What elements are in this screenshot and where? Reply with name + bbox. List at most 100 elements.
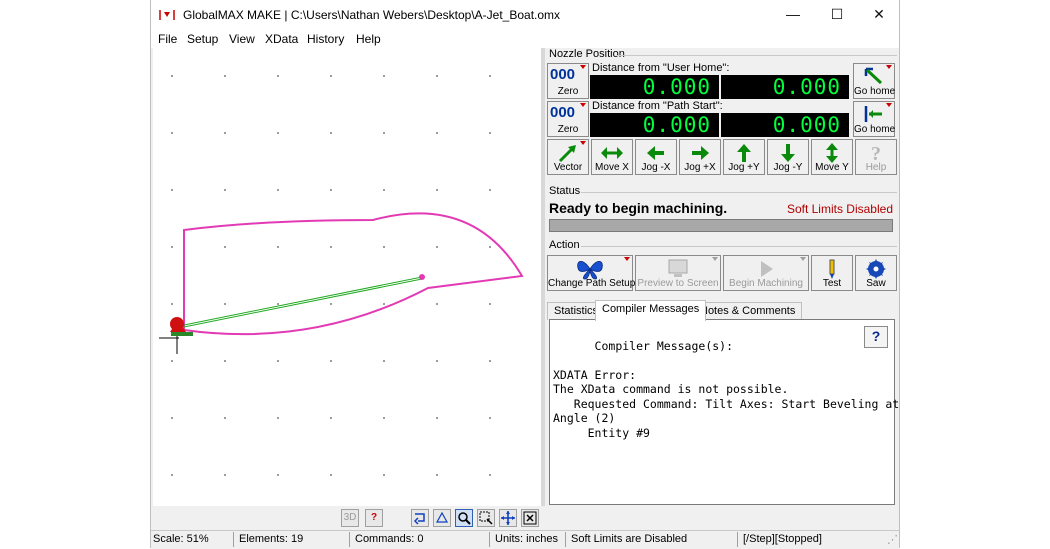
- grid-dot: [436, 360, 438, 362]
- grid-dot: [224, 474, 226, 476]
- menu-xdata[interactable]: XData: [265, 32, 298, 46]
- go-home-path-button[interactable]: Go home: [853, 101, 895, 137]
- view-3d-button[interactable]: 3D: [341, 509, 359, 527]
- move-x-icon: [601, 147, 623, 159]
- user-home-y-readout: 0.000: [721, 75, 849, 99]
- grid-dot: [489, 246, 491, 248]
- jog-help-button[interactable]: ? Help: [855, 139, 897, 175]
- user-home-label: Distance from "User Home":: [592, 62, 730, 74]
- pan-icon[interactable]: [499, 509, 517, 527]
- move-y-button[interactable]: Move Y: [811, 139, 853, 175]
- menu-help[interactable]: Help: [356, 32, 381, 46]
- app-icon: [159, 10, 175, 20]
- dropdown-arrow-icon: [580, 141, 586, 145]
- jog-plus-y-button[interactable]: Jog +Y: [723, 139, 765, 175]
- nozzle-marker: [170, 317, 193, 336]
- resize-grip-icon[interactable]: ⋰: [887, 533, 898, 546]
- jog-plus-x-button[interactable]: Jog +X: [679, 139, 721, 175]
- jog-minus-y-button[interactable]: Jog -Y: [767, 139, 809, 175]
- status-bar: Scale: 51% Elements: 19 Commands: 0 Unit…: [151, 530, 899, 549]
- grid-dot: [330, 360, 332, 362]
- monitor-icon: [668, 259, 688, 277]
- grid-dot: [436, 474, 438, 476]
- nozzle-group-label: Nozzle Position: [549, 48, 625, 60]
- grid-dot: [383, 189, 385, 191]
- preview-to-screen-button[interactable]: Preview to Screen: [635, 255, 721, 291]
- drawing-canvas[interactable]: [153, 48, 541, 506]
- path-start-y-readout: 0.000: [721, 113, 849, 137]
- grid-dot: [436, 246, 438, 248]
- move-y-label: Move Y: [815, 162, 849, 173]
- compiler-help-button[interactable]: ?: [864, 326, 888, 348]
- soft-limits-readout: Soft Limits are Disabled: [571, 533, 688, 545]
- divider: [581, 246, 897, 247]
- menu-setup[interactable]: Setup: [187, 32, 218, 46]
- grid-dot: [330, 132, 332, 134]
- compiler-messages-box[interactable]: Compiler Message(s): XDATA Error: The XD…: [549, 319, 899, 505]
- soft-limits-status: Soft Limits Disabled: [786, 202, 893, 216]
- zero-icon: 000: [550, 104, 576, 121]
- go-home-icon: [864, 67, 883, 85]
- divider: [233, 532, 234, 547]
- grid-dot: [277, 75, 279, 77]
- close-button[interactable]: ✕: [857, 0, 901, 30]
- minimize-button[interactable]: —: [771, 0, 815, 30]
- test-button[interactable]: Test: [811, 255, 853, 291]
- app-window: GlobalMAX MAKE | C:\Users\Nathan Webers\…: [150, 0, 901, 549]
- help-question-icon: ?: [871, 143, 881, 165]
- jog-plus-y-label: Jog +Y: [728, 162, 760, 173]
- change-path-setup-button[interactable]: Change Path Setup: [547, 255, 636, 291]
- svg-text:?: ?: [871, 143, 881, 164]
- menu-history[interactable]: History: [307, 32, 344, 46]
- zoom-extents-icon[interactable]: [521, 509, 539, 527]
- fit-icon[interactable]: [433, 509, 451, 527]
- tab-notes-comments[interactable]: Notes & Comments: [693, 302, 803, 320]
- grid-dot: [224, 189, 226, 191]
- grid-dot: [224, 246, 226, 248]
- jog-help-label: Help: [865, 162, 887, 173]
- change-path-setup-label: Change Path Setup: [548, 278, 636, 289]
- elements-readout: Elements: 19: [239, 533, 304, 545]
- tab-compiler-messages[interactable]: Compiler Messages: [595, 300, 707, 321]
- menu-view[interactable]: View: [229, 32, 255, 46]
- grid-dot: [383, 303, 385, 305]
- go-home-user-button[interactable]: Go home: [853, 63, 895, 99]
- zero-icon: 000: [550, 66, 576, 83]
- rotate-icon[interactable]: [411, 509, 429, 527]
- units-readout: Units: inches: [495, 533, 558, 545]
- menu-file[interactable]: File: [158, 32, 177, 46]
- menu-bar: File Setup View XData History Help: [151, 30, 899, 48]
- maximize-button[interactable]: ☐: [815, 0, 859, 30]
- butterfly-icon: [577, 260, 603, 280]
- user-home-x-readout: 0.000: [590, 75, 719, 99]
- lead-in-path: [178, 276, 423, 329]
- grid-dot: [330, 303, 332, 305]
- grid-dot: [436, 132, 438, 134]
- grid-dot: [277, 474, 279, 476]
- move-x-button[interactable]: Move X: [591, 139, 633, 175]
- grid-dot: [224, 360, 226, 362]
- go-home-label: Go home: [854, 124, 896, 135]
- divider: [581, 192, 897, 193]
- grid-dot: [436, 303, 438, 305]
- zoom-window-icon[interactable]: [477, 509, 495, 527]
- zoom-icon[interactable]: [455, 509, 473, 527]
- zero-user-home-button[interactable]: 000 Zero: [547, 63, 589, 99]
- begin-machining-button[interactable]: Begin Machining: [723, 255, 809, 291]
- view-help-button[interactable]: ?: [365, 509, 383, 527]
- zero-path-start-button[interactable]: 000 Zero: [547, 101, 589, 137]
- saw-label: Saw: [866, 278, 886, 289]
- vector-button[interactable]: Vector: [547, 139, 589, 175]
- grid-dots: [171, 75, 491, 476]
- jog-minus-x-label: Jog -X: [641, 162, 671, 173]
- test-label: Test: [822, 278, 842, 289]
- grid-dot: [330, 75, 332, 77]
- compiler-message-text: Compiler Message(s): XDATA Error: The XD…: [553, 338, 900, 440]
- grid-dot: [489, 417, 491, 419]
- grid-dot: [489, 303, 491, 305]
- preview-to-screen-label: Preview to Screen: [637, 278, 719, 289]
- zero-label: Zero: [557, 124, 579, 135]
- jog-minus-y-label: Jog -Y: [773, 162, 803, 173]
- jog-minus-x-button[interactable]: Jog -X: [635, 139, 677, 175]
- saw-button[interactable]: Saw: [855, 255, 897, 291]
